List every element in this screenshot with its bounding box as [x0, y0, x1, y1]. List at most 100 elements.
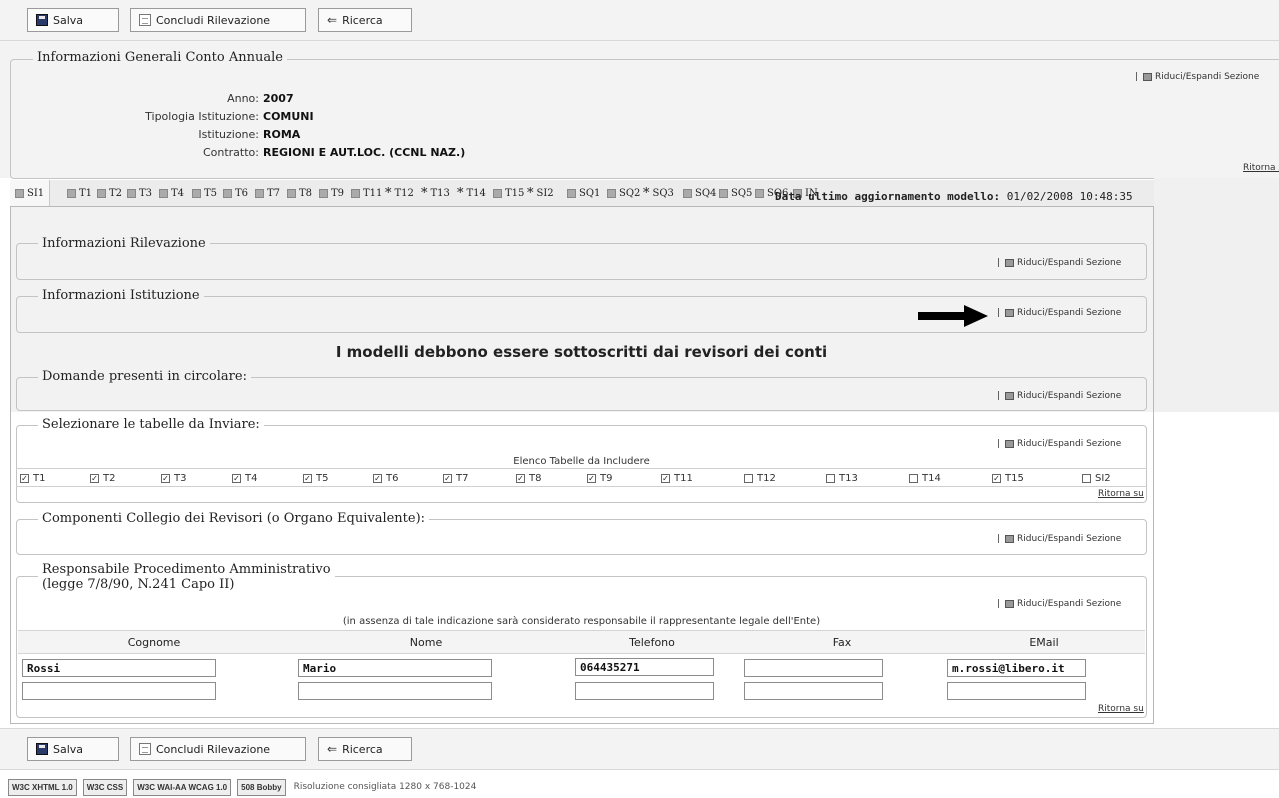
checkbox-checked[interactable]: ✓: [161, 474, 170, 483]
508-bobby-badge[interactable]: 508 Bobby: [237, 778, 286, 796]
table-checkbox-t7[interactable]: ✓ T7: [443, 473, 468, 484]
star-icon: *: [643, 185, 650, 201]
tab-si2[interactable]: * SI2: [522, 180, 559, 206]
tab-label: SI2: [536, 187, 554, 199]
checkbox-unchecked[interactable]: [909, 474, 918, 483]
checkbox-checked[interactable]: ✓: [20, 474, 29, 483]
tab-t12[interactable]: * T12: [380, 180, 419, 206]
collegio-toggle[interactable]: | Riduci/Espandi Sezione: [997, 534, 1121, 544]
conclude-survey-button[interactable]: Concludi Rilevazione: [130, 8, 306, 32]
conclude-button-label: Concludi Rilevazione: [156, 13, 271, 27]
table-checkbox-t8[interactable]: ✓ T8: [516, 473, 541, 484]
tab-t4[interactable]: T4: [154, 180, 189, 206]
table-checkbox-t11[interactable]: ✓ T11: [661, 473, 693, 484]
search-button-label: Ricerca: [342, 13, 383, 27]
tab-t7[interactable]: T7: [250, 180, 285, 206]
email-input-1[interactable]: m.rossi@libero.it: [947, 659, 1086, 677]
tab-t5[interactable]: T5: [187, 180, 222, 206]
fax-input-2[interactable]: [744, 682, 883, 700]
footer-badges: W3C XHTML 1.0 W3C CSS W3C WAI-AA WCAG 1.…: [8, 778, 476, 796]
w3c-wai-badge[interactable]: W3C WAI-AA WCAG 1.0: [133, 778, 232, 796]
checkbox-checked[interactable]: ✓: [373, 474, 382, 483]
table-checkbox-t4[interactable]: ✓ T4: [232, 473, 257, 484]
checkbox-label: SI2: [1095, 473, 1111, 484]
table-checkbox-t9[interactable]: ✓ T9: [587, 473, 612, 484]
w3c-css-badge[interactable]: W3C CSS: [82, 778, 128, 796]
search-button[interactable]: ⇐ Ricerca: [318, 8, 412, 32]
tab-si1[interactable]: SI1: [10, 180, 51, 206]
nome-input-2[interactable]: [298, 682, 492, 700]
w3c-xhtml-badge[interactable]: W3C XHTML 1.0: [8, 778, 77, 796]
tab-t3[interactable]: T3: [122, 180, 157, 206]
table-checkbox-t13[interactable]: T13: [826, 473, 858, 484]
responsabile-toggle[interactable]: | Riduci/Espandi Sezione: [997, 599, 1121, 609]
table-checkbox-t15[interactable]: ✓ T15: [992, 473, 1024, 484]
conclude-button-label: Concludi Rilevazione: [156, 742, 271, 756]
tab-t14[interactable]: * T14: [452, 180, 491, 206]
table-checkbox-si2[interactable]: SI2: [1082, 473, 1111, 484]
nome-input-1[interactable]: Mario: [298, 659, 492, 677]
tab-sq3[interactable]: * SQ3: [638, 180, 679, 206]
tab-t6[interactable]: T6: [218, 180, 253, 206]
checkbox-checked[interactable]: ✓: [232, 474, 241, 483]
checkbox-checked[interactable]: ✓: [992, 474, 1001, 483]
square-icon: [567, 188, 576, 198]
checkbox-unchecked[interactable]: [826, 474, 835, 483]
telefono-input-2[interactable]: [575, 682, 714, 700]
checkbox-checked[interactable]: ✓: [661, 474, 670, 483]
save-button-label: Salva: [53, 13, 84, 27]
table-checkbox-t6[interactable]: ✓ T6: [373, 473, 398, 484]
checkbox-checked[interactable]: ✓: [516, 474, 525, 483]
cognome-input-1[interactable]: Rossi: [22, 659, 216, 677]
square-icon: [607, 188, 616, 198]
tab-label: T6: [235, 187, 249, 199]
tab-t13[interactable]: * T13: [416, 180, 455, 206]
back-to-top-link[interactable]: Ritorna su: [1098, 704, 1144, 714]
checkbox-label: T1: [33, 473, 46, 484]
rilevazione-toggle[interactable]: | Riduci/Espandi Sezione: [997, 258, 1121, 268]
star-icon: *: [457, 185, 464, 201]
domande-toggle[interactable]: | Riduci/Espandi Sezione: [997, 391, 1121, 401]
istituzione-toggle[interactable]: | Riduci/Espandi Sezione: [997, 308, 1121, 318]
save-button[interactable]: Salva: [27, 737, 119, 761]
fax-input-1[interactable]: [744, 659, 883, 677]
checkbox-unchecked[interactable]: [1082, 474, 1091, 483]
checkbox-label: T3: [174, 473, 187, 484]
tab-sq1[interactable]: SQ1: [562, 180, 605, 206]
selezionare-toggle[interactable]: | Riduci/Espandi Sezione: [997, 439, 1121, 449]
checkbox-checked[interactable]: ✓: [303, 474, 312, 483]
table-checkbox-t5[interactable]: ✓ T5: [303, 473, 328, 484]
cognome-input-2[interactable]: [22, 682, 216, 700]
resolution-note: Risoluzione consigliata 1280 x 768-1024: [293, 782, 477, 792]
search-button[interactable]: ⇐ Ricerca: [318, 737, 412, 761]
collapse-icon: [1143, 73, 1153, 81]
general-info-toggle[interactable]: | Riduci/Espandi Sezione: [1135, 72, 1259, 82]
checkbox-unchecked[interactable]: [744, 474, 753, 483]
checkbox-checked[interactable]: ✓: [587, 474, 596, 483]
tab-label: T14: [466, 187, 486, 199]
back-to-top-link[interactable]: Ritorna su: [1098, 489, 1144, 499]
checkbox-label: T8: [529, 473, 542, 484]
checkbox-checked[interactable]: ✓: [90, 474, 99, 483]
save-button[interactable]: Salva: [27, 8, 119, 32]
square-icon: [192, 188, 201, 198]
checkbox-label: T11: [674, 473, 693, 484]
table-checkbox-t3[interactable]: ✓ T3: [161, 473, 186, 484]
last-update: Data ultimo aggiornamento modello: 01/02…: [775, 190, 1133, 203]
conclude-survey-button[interactable]: Concludi Rilevazione: [130, 737, 306, 761]
star-icon: *: [421, 185, 428, 201]
table-checkbox-t14[interactable]: T14: [909, 473, 941, 484]
table-checkbox-t12[interactable]: T12: [744, 473, 776, 484]
tab-t8[interactable]: T8: [282, 180, 317, 206]
back-to-top-link[interactable]: Ritorna su: [1243, 163, 1279, 173]
square-icon: [319, 188, 328, 198]
checkbox-label: T12: [757, 473, 776, 484]
table-checkbox-t2[interactable]: ✓ T2: [90, 473, 115, 484]
telefono-input-1[interactable]: 064435271: [575, 658, 714, 676]
email-input-2[interactable]: [947, 682, 1086, 700]
square-icon: [255, 188, 264, 198]
table-checkbox-t1[interactable]: ✓ T1: [20, 473, 45, 484]
collapse-icon: [1005, 440, 1015, 448]
tab-t9[interactable]: T9: [314, 180, 349, 206]
checkbox-checked[interactable]: ✓: [443, 474, 452, 483]
